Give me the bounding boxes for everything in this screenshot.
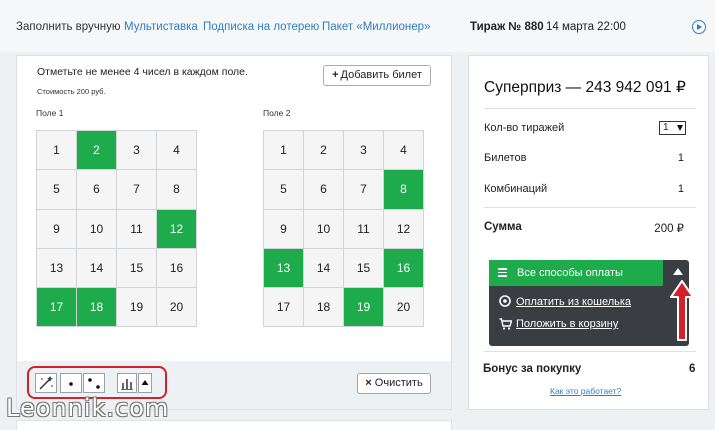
number-cell[interactable]: 5 (264, 170, 304, 210)
order-summary: Суперприз — 243 942 091 ₽ Кол-во тиражей… (468, 55, 709, 410)
tab-manual[interactable]: Заполнить вручную (16, 21, 121, 33)
number-cell[interactable]: 3 (344, 131, 384, 171)
background (468, 420, 709, 430)
draws-label: Кол-во тиражей (484, 122, 565, 134)
number-cell[interactable]: 17 (37, 288, 77, 328)
bonus-value: 6 (689, 363, 696, 375)
number-cell[interactable]: 11 (117, 209, 157, 249)
number-cell[interactable]: 16 (157, 248, 197, 289)
bar-chart-icon[interactable] (117, 373, 137, 393)
number-cell[interactable]: 17 (264, 288, 304, 328)
number-cell[interactable]: 7 (344, 170, 384, 210)
number-cell[interactable]: 2 (304, 131, 344, 171)
number-cell[interactable]: 18 (77, 288, 117, 328)
all-payment-methods-button[interactable]: Все способы оплаты (489, 260, 663, 286)
number-cell[interactable]: 12 (157, 209, 197, 249)
two-dots-icon[interactable] (83, 373, 105, 393)
number-cell[interactable]: 9 (37, 209, 77, 249)
clear-button[interactable]: × Очистить (357, 373, 431, 394)
bonus-label: Бонус за покупку (483, 363, 582, 375)
number-cell[interactable]: 16 (384, 248, 424, 289)
caret-up-icon[interactable] (138, 373, 152, 393)
tickets-value: 1 (677, 152, 684, 164)
how-it-works-link[interactable]: Как это работает? (550, 386, 621, 396)
divider (484, 108, 696, 109)
number-cell[interactable]: 4 (384, 131, 424, 171)
number-cell[interactable]: 14 (77, 248, 117, 289)
add-ticket-label: Добавить билет (340, 69, 422, 81)
sum-label: Сумма (484, 221, 522, 233)
field-2-label: Поле 2 (263, 108, 291, 118)
number-cell[interactable]: 15 (117, 248, 157, 289)
tab-subscription[interactable]: Подписка на лотерею (203, 21, 319, 33)
divider (484, 351, 696, 352)
tab-multibet[interactable]: Мультиставка (124, 21, 198, 33)
field-1-label: Поле 1 (36, 108, 64, 118)
superprize: Суперприз — 243 942 091 ₽ (484, 78, 686, 97)
tickets-label: Билетов (484, 152, 527, 164)
add-ticket-button[interactable]: + Добавить билет (323, 65, 431, 86)
number-cell[interactable]: 1 (264, 131, 304, 171)
draws-value: 1 (663, 122, 669, 133)
play-circle-icon[interactable] (692, 20, 706, 34)
number-cell[interactable]: 20 (157, 288, 197, 328)
number-cell[interactable]: 9 (264, 209, 304, 249)
draw-date: 14 марта 22:00 (546, 21, 626, 33)
divider (484, 207, 696, 208)
ticket-instruction: Отметьте не менее 4 чисел в каждом поле. (37, 66, 248, 78)
ticket-card: Отметьте не менее 4 чисел в каждом поле.… (16, 55, 452, 410)
close-icon: × (365, 377, 372, 389)
cart-icon (499, 318, 512, 330)
number-cell[interactable]: 6 (304, 170, 344, 210)
number-field-1: 1 2 3 4 5 6 7 8 9 10 11 12 13 14 15 16 17 18 19 20 (36, 130, 197, 328)
single-dot-icon[interactable] (60, 373, 82, 393)
number-cell[interactable]: 3 (117, 131, 157, 171)
number-cell[interactable]: 15 (344, 248, 384, 289)
number-cell[interactable]: 13 (37, 248, 77, 289)
number-cell[interactable]: 13 (264, 248, 304, 289)
sum-value: 200 ₽ (654, 223, 684, 235)
number-cell[interactable]: 10 (304, 209, 344, 249)
clear-label: Очистить (374, 377, 423, 389)
caret-up-icon[interactable] (673, 268, 683, 275)
number-cell[interactable]: 19 (117, 288, 157, 328)
wallet-icon (499, 295, 511, 307)
magic-wand-icon[interactable] (35, 373, 57, 393)
number-cell[interactable]: 8 (157, 170, 197, 210)
draw-number: Тираж № 880 (470, 21, 544, 33)
number-cell[interactable]: 14 (304, 248, 344, 289)
number-cell[interactable]: 6 (77, 170, 117, 210)
superprize-value: 243 942 091 ₽ (585, 79, 686, 96)
number-cell[interactable]: 11 (344, 209, 384, 249)
number-cell[interactable]: 18 (304, 288, 344, 328)
number-field-2: 1 2 3 4 5 6 7 8 9 10 11 12 13 14 15 16 17 18 19 20 (263, 130, 424, 328)
number-cell[interactable]: 2 (77, 131, 117, 171)
number-cell[interactable]: 1 (37, 131, 77, 171)
number-cell[interactable]: 8 (384, 170, 424, 210)
number-cell[interactable]: 7 (117, 170, 157, 210)
combos-label: Комбинаций (484, 183, 548, 195)
chevron-down-icon (677, 125, 683, 131)
number-cell[interactable]: 19 (344, 288, 384, 328)
combos-value: 1 (677, 183, 684, 195)
arrow-up-icon (670, 280, 694, 341)
menu-icon (498, 268, 507, 277)
add-to-cart-link[interactable]: Положить в корзину (516, 318, 618, 330)
pay-from-wallet-link[interactable]: Оплатить из кошелька (516, 296, 631, 308)
ticket-cost: Стоимость 200 руб. (37, 87, 106, 96)
superprize-label: Суперприз — (484, 79, 582, 96)
number-cell[interactable]: 4 (157, 131, 197, 171)
watermark: Leonnik.com (6, 394, 170, 422)
number-cell[interactable]: 12 (384, 209, 424, 249)
draws-select[interactable]: 1 (659, 121, 686, 135)
number-cell[interactable]: 10 (77, 209, 117, 249)
number-cell[interactable]: 20 (384, 288, 424, 328)
number-cell[interactable]: 5 (37, 170, 77, 210)
plus-icon: + (332, 69, 339, 81)
tab-millionaire-pack[interactable]: Пакет «Миллионер» (322, 21, 430, 33)
